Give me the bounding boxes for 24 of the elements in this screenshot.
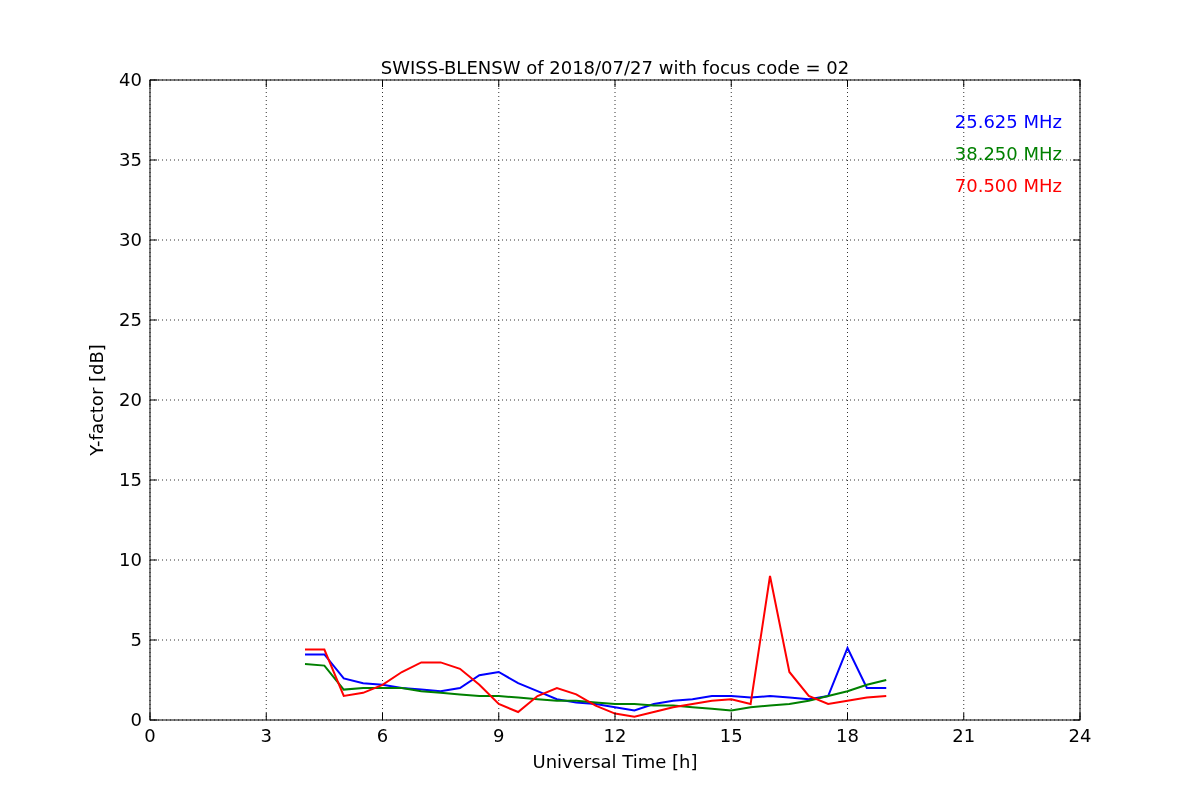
y-axis-label: Y-factor [dB] [86, 344, 107, 456]
y-tick-label: 10 [119, 549, 142, 570]
y-tick-label: 0 [130, 709, 142, 730]
x-tick-label: 3 [260, 725, 272, 746]
y-tick-label: 25 [119, 309, 142, 330]
legend-label: 38.250 MHz [954, 143, 1062, 164]
y-tick-label: 5 [130, 629, 142, 650]
chart-title: SWISS-BLENSW of 2018/07/27 with focus code = 02 [380, 57, 850, 78]
x-tick-label: 24 [1068, 725, 1092, 746]
x-tick-label: 9 [493, 725, 505, 746]
y-tick-label: 15 [119, 469, 142, 490]
legend-label: 70.500 MHz [954, 175, 1062, 196]
x-tick-label: 15 [719, 725, 743, 746]
x-axis-label: Universal Time [h] [532, 751, 698, 772]
x-tick-label: 12 [603, 725, 627, 746]
y-tick-label: 30 [119, 229, 142, 250]
x-tick-label: 18 [836, 725, 859, 746]
x-tick-label: 21 [952, 725, 976, 746]
y-tick-label: 35 [119, 149, 142, 170]
legend-label: 25.625 MHz [954, 111, 1062, 132]
x-tick-label: 0 [144, 725, 156, 746]
y-tick-label: 40 [119, 69, 142, 90]
x-tick-label: 6 [376, 725, 389, 746]
y-tick-label: 20 [119, 389, 142, 410]
